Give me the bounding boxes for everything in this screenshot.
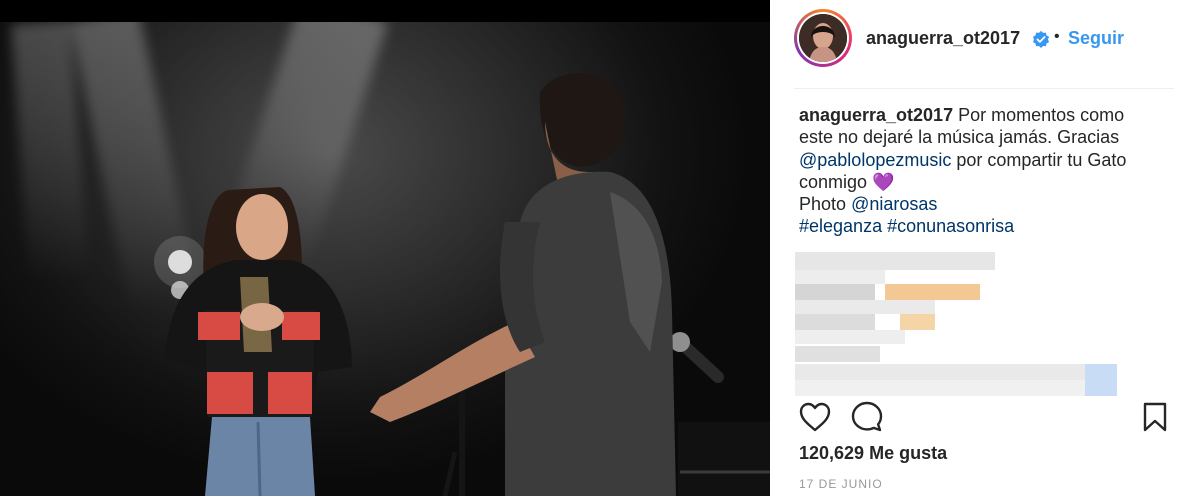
purple-heart-emoji: 💜 xyxy=(872,171,895,192)
post-username[interactable]: anaguerra_ot2017 xyxy=(866,28,1020,49)
avatar[interactable] xyxy=(794,9,852,67)
likes-count[interactable]: 120,629 Me gusta xyxy=(799,443,947,464)
caption-text: por compartir tu Gato xyxy=(956,149,1127,170)
caption-username[interactable]: anaguerra_ot2017 xyxy=(799,105,953,125)
likes-number: 120,629 xyxy=(799,443,865,463)
caption-text: Por momentos como xyxy=(958,105,1125,125)
bookmark-icon[interactable] xyxy=(1141,401,1169,433)
caption-text: este no dejaré la música jamás. Gracias xyxy=(799,127,1120,148)
post-caption: anaguerra_ot2017 Por momentos como este … xyxy=(799,104,1159,238)
heart-icon[interactable] xyxy=(798,401,832,433)
hashtag-link[interactable]: #conunasonrisa xyxy=(887,216,1014,236)
singer-woman xyxy=(165,187,352,496)
header-divider xyxy=(794,88,1174,89)
post-sidebar: anaguerra_ot2017 • Seguir anaguerra_ot20… xyxy=(770,0,1200,496)
caption-text: conmigo xyxy=(799,171,868,192)
top-black-bar xyxy=(0,0,770,22)
verified-badge-icon xyxy=(1032,30,1050,48)
follow-button[interactable]: Seguir xyxy=(1068,28,1124,49)
mention-link[interactable]: @pablolopezmusic xyxy=(799,150,951,170)
likes-label: Me gusta xyxy=(869,443,948,463)
post-photo[interactable] xyxy=(0,22,770,496)
separator-dot: • xyxy=(1054,28,1060,45)
comment-icon[interactable] xyxy=(850,400,884,434)
hashtag-link[interactable]: #eleganza xyxy=(799,216,882,236)
singer-man xyxy=(370,73,676,496)
post-date[interactable]: 17 DE JUNIO xyxy=(799,477,883,491)
caption-text: Photo xyxy=(799,194,847,215)
mention-link[interactable]: @niarosas xyxy=(851,194,937,214)
